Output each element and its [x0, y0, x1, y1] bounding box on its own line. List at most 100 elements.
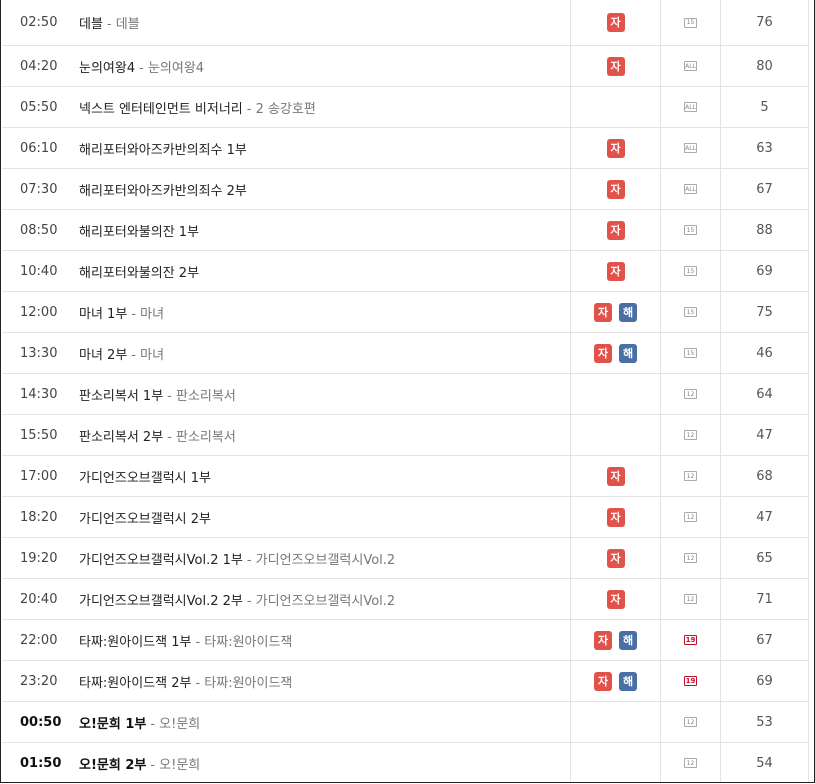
- column-divider: [808, 210, 809, 250]
- program-title[interactable]: 해리포터와불의잔 1부: [79, 210, 199, 250]
- subtitle-badge: 자: [594, 302, 612, 322]
- commentary-badge: 해: [619, 630, 637, 650]
- program-title[interactable]: 판소리복서 1부 - 판소리복서: [79, 374, 236, 414]
- age-rating: 12: [661, 497, 720, 537]
- feature-badges: 자: [571, 210, 660, 250]
- program-title-main: 가디언즈오브갤럭시Vol.2 1부: [79, 552, 243, 568]
- schedule-row[interactable]: 20:40 가디언즈오브갤럭시Vol.2 2부 - 가디언즈오브갤럭시Vol.2 자 1…: [2, 579, 809, 620]
- program-title-main: 해리포터와아즈카반의죄수 1부: [79, 142, 247, 158]
- program-score: 64: [756, 386, 773, 402]
- program-subtitle: - 오!문희: [150, 757, 201, 773]
- column-divider: [808, 128, 809, 168]
- program-score: 76: [756, 15, 773, 30]
- age-rating: 15: [661, 333, 720, 373]
- schedule-row[interactable]: 07:30 해리포터와아즈카반의죄수 2부 자 ALL 67: [2, 169, 809, 210]
- schedule-row[interactable]: 10:40 해리포터와불의잔 2부 자 15 69: [2, 251, 809, 292]
- feature-badges: [571, 743, 660, 782]
- program-title[interactable]: 해리포터와아즈카반의죄수 2부: [79, 169, 247, 209]
- air-time: 17:00: [20, 468, 58, 484]
- program-score: 68: [756, 468, 773, 484]
- feature-badges: 자: [571, 251, 660, 291]
- column-divider: [808, 661, 809, 701]
- schedule-row[interactable]: 23:20 타짜:원아이드잭 2부 - 타짜:원아이드잭 자 해 19 69: [2, 661, 809, 702]
- program-score: 47: [756, 427, 773, 443]
- schedule-row[interactable]: 08:50 해리포터와불의잔 1부 자 15 88: [2, 210, 809, 251]
- schedule-row[interactable]: 14:30 판소리복서 1부 - 판소리복서 12 64: [2, 374, 809, 415]
- feature-badges: 자해: [571, 333, 660, 373]
- program-title[interactable]: 눈의여왕4- 눈의여왕4: [79, 46, 204, 86]
- program-subtitle: - 판소리복서: [167, 388, 236, 404]
- schedule-row[interactable]: 12:00 마녀 1부 - 마녀 자 해 15 75: [2, 292, 809, 333]
- schedule-row[interactable]: 05:50 넥스트 엔터테인먼트 비저너리 - 2 송강호편 ALL 5: [2, 87, 809, 128]
- program-title[interactable]: 판소리복서 2부 - 판소리복서: [79, 415, 236, 455]
- schedule-row[interactable]: 01:50 오!문희 2부 - 오!문희 12 54: [2, 743, 809, 782]
- column-divider: [808, 87, 809, 127]
- program-score: 5: [760, 99, 769, 115]
- program-subtitle: - 오!문희: [150, 716, 201, 732]
- column-divider: [808, 374, 809, 414]
- program-title[interactable]: 해리포터와불의잔 2부: [79, 251, 199, 291]
- column-divider: [808, 169, 809, 209]
- schedule-row[interactable]: 13:30 마녀 2부 - 마녀 자 해 15 46: [2, 333, 809, 374]
- air-time: 19:20: [20, 550, 58, 566]
- air-time: 04:20: [20, 58, 58, 74]
- program-score: 47: [756, 509, 773, 525]
- program-title[interactable]: 타짜:원아이드잭 2부 - 타짜:원아이드잭: [79, 661, 292, 701]
- subtitle-badge: 자: [606, 56, 625, 76]
- schedule-row[interactable]: 02:50 데블 - 데블 자 15 76: [2, 0, 809, 46]
- program-title[interactable]: 해리포터와아즈카반의죄수 1부: [79, 128, 247, 168]
- program-title[interactable]: 가디언즈오브갤럭시 2부: [79, 497, 211, 537]
- schedule-row[interactable]: 06:10 해리포터와아즈카반의죄수 1부 자 ALL 63: [2, 128, 809, 169]
- program-title[interactable]: 타짜:원아이드잭 1부 - 타짜:원아이드잭: [79, 620, 292, 660]
- program-title[interactable]: 데블 - 데블: [79, 0, 140, 45]
- age-rating: 19: [661, 661, 720, 701]
- feature-badges: [571, 415, 660, 455]
- schedule-row[interactable]: 04:20 눈의여왕4- 눈의여왕4 자 ALL 80: [2, 46, 809, 87]
- rating-all-icon: ALL: [684, 61, 697, 71]
- program-title[interactable]: 마녀 1부 - 마녀: [79, 292, 164, 332]
- schedule-row[interactable]: 00:50 오!문희 1부 - 오!문희 12 53: [2, 702, 809, 743]
- program-title[interactable]: 오!문희 1부 - 오!문희: [79, 702, 200, 742]
- program-title[interactable]: 가디언즈오브갤럭시Vol.2 1부 - 가디언즈오브갤럭시Vol.2: [79, 538, 395, 578]
- rating-15-icon: 15: [684, 307, 697, 317]
- program-title-main: 오!문희 2부: [79, 757, 147, 773]
- program-title-main: 오!문희 1부: [79, 716, 147, 732]
- program-score: 69: [756, 673, 773, 689]
- feature-badges: 자해: [571, 292, 660, 332]
- program-title[interactable]: 마녀 2부 - 마녀: [79, 333, 164, 373]
- feature-badges: 자: [571, 456, 660, 496]
- feature-badges: 자해: [571, 620, 660, 660]
- program-title[interactable]: 가디언즈오브갤럭시Vol.2 2부 - 가디언즈오브갤럭시Vol.2: [79, 579, 395, 619]
- program-title[interactable]: 넥스트 엔터테인먼트 비저너리 - 2 송강호편: [79, 87, 316, 127]
- rating-19-icon: 19: [684, 635, 697, 645]
- program-subtitle: - 데블: [106, 17, 140, 32]
- subtitle-badge: 자: [606, 13, 625, 32]
- program-score: 63: [756, 140, 773, 156]
- air-time: 08:50: [20, 222, 58, 238]
- air-time: 15:50: [20, 427, 58, 443]
- program-title[interactable]: 오!문희 2부 - 오!문희: [79, 743, 201, 782]
- program-subtitle: - 눈의여왕4: [139, 60, 205, 76]
- feature-badges: 자: [571, 46, 660, 86]
- feature-badges: 자: [571, 538, 660, 578]
- column-divider: [808, 292, 809, 332]
- age-rating: 12: [661, 415, 720, 455]
- program-title[interactable]: 가디언즈오브갤럭시 1부: [79, 456, 211, 496]
- schedule-row[interactable]: 22:00 타짜:원아이드잭 1부 - 타짜:원아이드잭 자 해 19 67: [2, 620, 809, 661]
- program-title-main: 해리포터와불의잔 2부: [79, 265, 200, 281]
- program-subtitle: - 마녀: [131, 347, 165, 363]
- air-time: 14:30: [20, 386, 58, 402]
- subtitle-badge: 자: [606, 261, 625, 281]
- schedule-row[interactable]: 18:20 가디언즈오브갤럭시 2부 자 12 47: [2, 497, 809, 538]
- schedule-row[interactable]: 19:20 가디언즈오브갤럭시Vol.2 1부 - 가디언즈오브갤럭시Vol.2 자 1…: [2, 538, 809, 579]
- program-score: 54: [756, 755, 773, 771]
- schedule-row[interactable]: 17:00 가디언즈오브갤럭시 1부 자 12 68: [2, 456, 809, 497]
- rating-12-icon: 12: [684, 471, 697, 481]
- subtitle-badge: 자: [606, 466, 625, 486]
- schedule-row[interactable]: 15:50 판소리복서 2부 - 판소리복서 12 47: [2, 415, 809, 456]
- subtitle-badge: 자: [594, 343, 612, 363]
- rating-15-icon: 15: [684, 225, 697, 235]
- program-score: 69: [756, 263, 773, 279]
- feature-badges: 자: [571, 169, 660, 209]
- air-time: 05:50: [20, 99, 58, 115]
